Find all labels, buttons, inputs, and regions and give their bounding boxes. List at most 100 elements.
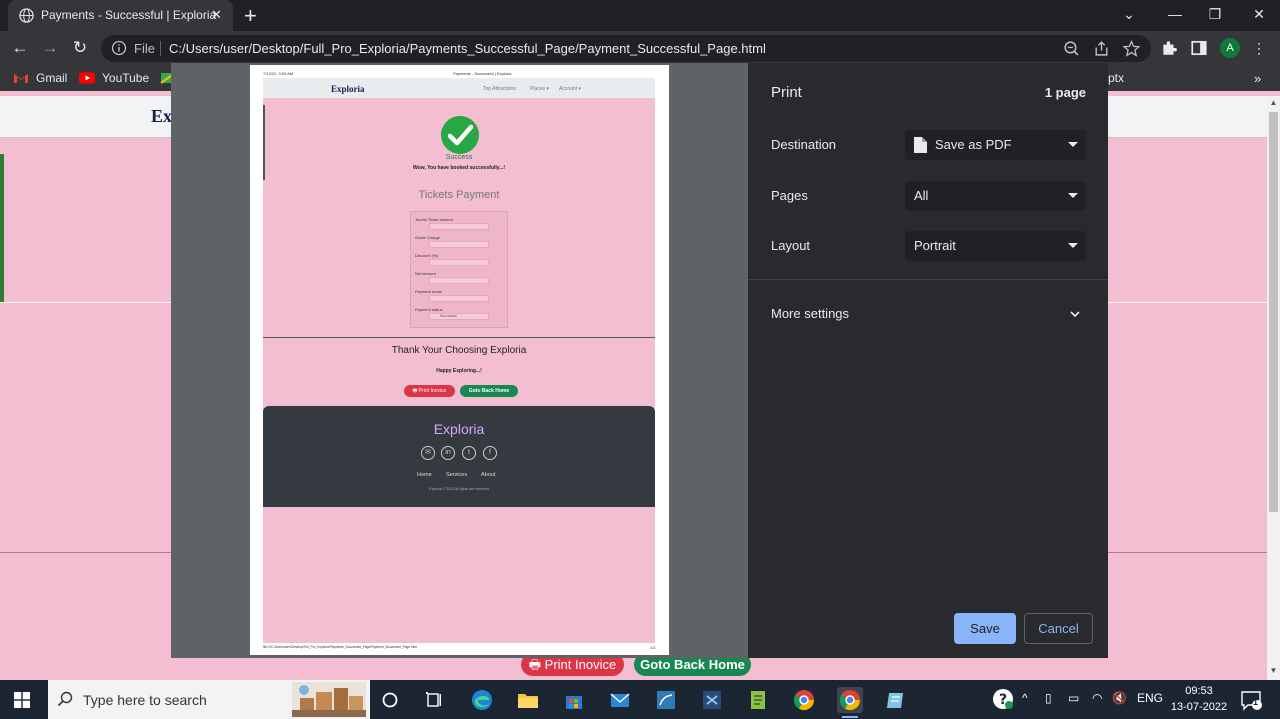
volume-muted-icon[interactable]: 🔇 bbox=[1112, 691, 1127, 705]
restore-button[interactable]: ❐ bbox=[1206, 6, 1224, 24]
file-explorer-icon[interactable] bbox=[515, 687, 541, 713]
profile-avatar[interactable]: A bbox=[1220, 38, 1240, 58]
tab-search-icon[interactable]: ⌄ bbox=[1120, 6, 1138, 24]
extensions-icon[interactable] bbox=[1160, 39, 1178, 57]
bookmark-star-icon[interactable] bbox=[1123, 40, 1140, 57]
page-scrollbar[interactable]: ▲ ▼ bbox=[1267, 96, 1280, 680]
scroll-down-icon[interactable]: ▼ bbox=[1267, 666, 1280, 678]
preview-field-label: Net amount bbox=[415, 271, 436, 276]
clock-time: 09:53 bbox=[1185, 685, 1213, 697]
preview-divider bbox=[263, 337, 655, 338]
close-window-button[interactable]: ✕ bbox=[1250, 6, 1268, 24]
back-button[interactable]: ← bbox=[9, 37, 31, 59]
side-panel-icon[interactable] bbox=[1190, 39, 1208, 57]
wifi-icon[interactable]: ◠ bbox=[1092, 691, 1102, 705]
chrome-profile-icon[interactable] bbox=[791, 687, 817, 713]
preview-nav-link: Places ▾ bbox=[530, 86, 549, 92]
preview-nav-link: Account ▾ bbox=[559, 86, 581, 92]
meet-now-icon[interactable]: ▯ bbox=[1045, 691, 1052, 705]
address-url[interactable]: C:/Users/user/Desktop/Full_Pro_Exploria/… bbox=[169, 41, 766, 56]
more-settings-toggle[interactable]: More settings bbox=[771, 306, 849, 321]
page-brand[interactable]: Ex bbox=[151, 106, 172, 127]
show-hidden-icons-icon[interactable]: ^ bbox=[1022, 691, 1028, 705]
help-icon[interactable]: ? bbox=[991, 687, 1015, 711]
mysql-workbench-icon[interactable] bbox=[653, 687, 679, 713]
chevron-down-icon bbox=[1068, 142, 1078, 147]
preview-nav-link: Top Attractions bbox=[483, 86, 516, 92]
gmail-icon bbox=[14, 74, 28, 83]
preview-footer: Exploria ✉ in t f Home Services About Ex… bbox=[263, 406, 655, 507]
preview-print-button: 🖶 Print Inovice bbox=[404, 385, 455, 397]
document-icon bbox=[914, 137, 927, 153]
preview-footer-link: Home bbox=[417, 472, 432, 478]
battery-icon[interactable]: ▭ bbox=[1068, 691, 1079, 705]
microsoft-store-icon[interactable] bbox=[561, 687, 587, 713]
notification-count: 1 bbox=[1253, 697, 1259, 707]
printer-icon: 🖶 bbox=[412, 388, 418, 394]
clock[interactable]: 09:53 13-07-2022 bbox=[1170, 683, 1228, 715]
preview-footer-link: About bbox=[481, 472, 496, 478]
browser-toolbar: ← → ↻ File C:/Users/user/Desktop/Full_Pr… bbox=[0, 31, 1280, 66]
notepad-plus-icon[interactable] bbox=[745, 687, 771, 713]
page-count: 1 page bbox=[1044, 85, 1086, 100]
facebook-icon: f bbox=[483, 446, 497, 460]
preview-field-input bbox=[429, 277, 489, 284]
scroll-thumb[interactable] bbox=[1269, 112, 1278, 512]
windows-start-icon[interactable] bbox=[14, 692, 30, 708]
print-invoice-label: Print Inovice bbox=[544, 657, 617, 672]
preview-field-label: Payment status bbox=[415, 307, 443, 312]
chevron-down-icon[interactable] bbox=[1068, 307, 1082, 321]
preview-field-input: Successful bbox=[429, 313, 489, 320]
preview-home-button: Goto Back Home bbox=[460, 385, 518, 397]
bookmark-partial[interactable]: ptx bbox=[1108, 71, 1124, 85]
taskbar-search[interactable]: Type here to search bbox=[48, 680, 370, 719]
print-title: Print bbox=[771, 84, 802, 101]
pages-select[interactable]: All bbox=[905, 181, 1086, 211]
preview-field-label: Payment mode bbox=[415, 289, 442, 294]
destination-value: Save as PDF bbox=[935, 137, 1012, 152]
destination-select[interactable]: Save as PDF bbox=[905, 130, 1086, 160]
zoom-icon[interactable] bbox=[1063, 40, 1080, 57]
settings-divider bbox=[748, 279, 1108, 280]
chrome-icon bbox=[839, 690, 861, 711]
new-tab-button[interactable]: + bbox=[244, 3, 257, 29]
notes-app-icon[interactable] bbox=[883, 687, 909, 713]
chevron-down-icon bbox=[1068, 243, 1078, 248]
layout-label: Layout bbox=[771, 238, 811, 253]
address-bar[interactable]: File C:/Users/user/Desktop/Full_Pro_Expl… bbox=[101, 35, 1151, 62]
reload-button[interactable]: ↻ bbox=[69, 37, 91, 59]
more-bookmarks-icon[interactable]: » bbox=[1254, 71, 1261, 86]
preview-footer-title: Exploria bbox=[433, 421, 485, 437]
share-icon[interactable] bbox=[1093, 40, 1110, 57]
mail-icon[interactable] bbox=[607, 687, 633, 713]
close-tab-icon[interactable]: ✕ bbox=[211, 7, 222, 23]
layout-select[interactable]: Portrait bbox=[905, 231, 1086, 261]
info-icon[interactable] bbox=[111, 40, 127, 56]
task-view-cortana-icon[interactable] bbox=[377, 687, 403, 713]
bookmark-youtube[interactable]: YouTube bbox=[102, 71, 149, 85]
cancel-button[interactable]: Cancel bbox=[1024, 613, 1093, 644]
browser-tab[interactable]: Payments - Successful | Exploria ✕ bbox=[8, 0, 233, 31]
preview-field-input bbox=[429, 259, 489, 266]
preview-field-label: Discount (%) bbox=[415, 253, 438, 258]
save-button[interactable]: Save bbox=[954, 613, 1016, 644]
scroll-up-icon[interactable]: ▲ bbox=[1267, 98, 1280, 110]
edge-icon[interactable] bbox=[469, 687, 495, 713]
layout-value: Portrait bbox=[914, 238, 956, 253]
search-placeholder: Type here to search bbox=[83, 692, 207, 708]
chrome-active-icon[interactable] bbox=[837, 687, 863, 713]
forward-button[interactable]: → bbox=[39, 37, 61, 59]
minimize-button[interactable]: — bbox=[1166, 6, 1184, 24]
preview-navbar: Exploria Top Attractions Places ▾ Accoun… bbox=[263, 78, 655, 98]
preview-tickets-title: Tickets Payment bbox=[418, 189, 500, 201]
menu-icon[interactable]: ⋮ bbox=[1250, 39, 1268, 57]
task-view-icon[interactable] bbox=[421, 687, 447, 713]
bookmark-gmail[interactable]: Gmail bbox=[36, 71, 67, 85]
globe-icon bbox=[19, 8, 34, 23]
notifications-icon[interactable] bbox=[1240, 689, 1262, 711]
preview-thanks-text: Thank Your Choosing Exploria bbox=[391, 345, 527, 356]
language-indicator[interactable]: ENG bbox=[1137, 691, 1163, 705]
preview-header-date: 7/13/22, 9:53 AM bbox=[263, 71, 294, 76]
visual-studio-icon[interactable] bbox=[699, 687, 725, 713]
active-app-indicator bbox=[842, 716, 858, 718]
